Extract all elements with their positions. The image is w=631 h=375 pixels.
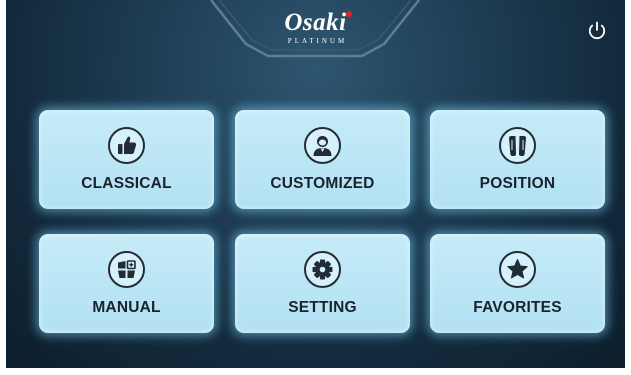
- brand-wordmark: Osaki: [284, 9, 347, 36]
- brand-name: Osaki: [284, 9, 352, 37]
- power-button[interactable]: [586, 20, 608, 42]
- classical-label: CLASSICAL: [81, 175, 172, 192]
- gear-icon: [304, 251, 341, 288]
- setting-button[interactable]: SETTING: [235, 234, 410, 333]
- thumbs-up-icon: [108, 127, 145, 164]
- brand-logo: Osaki PLATINUM: [6, 9, 625, 46]
- favorites-label: FAVORITES: [473, 299, 562, 316]
- customized-button[interactable]: CUSTOMIZED: [235, 110, 410, 209]
- power-icon: [588, 21, 606, 40]
- star-icon: [499, 251, 536, 288]
- favorites-button[interactable]: FAVORITES: [430, 234, 605, 333]
- massage-rollers-icon: [499, 127, 536, 164]
- setting-label: SETTING: [288, 299, 357, 316]
- position-label: POSITION: [479, 175, 556, 192]
- manual-label: MANUAL: [92, 299, 161, 316]
- classical-button[interactable]: CLASSICAL: [39, 110, 214, 209]
- grid-plus-icon: [108, 251, 145, 288]
- customized-label: CUSTOMIZED: [270, 175, 375, 192]
- brand-dot: [345, 11, 352, 17]
- brand-subtitle: PLATINUM: [287, 37, 348, 45]
- main-menu-screen: Osaki PLATINUM CLASSICAL CUSTOMIZED POSI…: [6, 0, 625, 368]
- position-button[interactable]: POSITION: [430, 110, 605, 209]
- user-icon: [304, 127, 341, 164]
- manual-button[interactable]: MANUAL: [39, 234, 214, 333]
